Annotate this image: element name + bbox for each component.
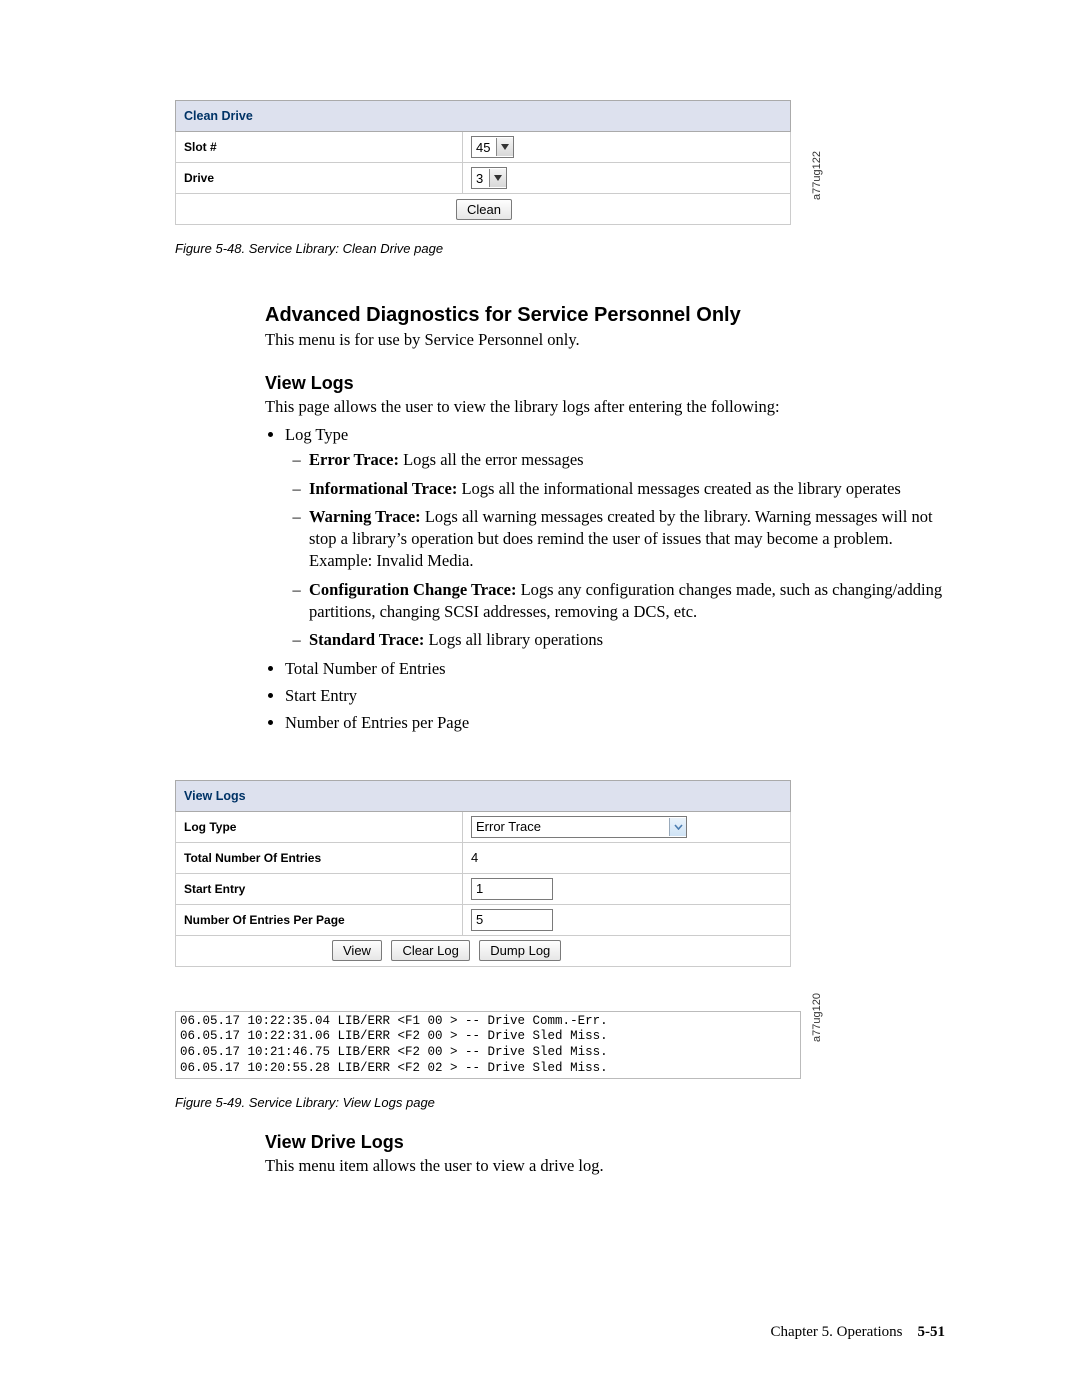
advanced-diagnostics-heading: Advanced Diagnostics for Service Personn… [265,304,945,327]
view-logs-title: View Logs [176,780,791,811]
total-value: 4 [463,842,791,873]
chevron-down-icon[interactable] [489,169,506,187]
view-logs-list: Log Type Error Trace: Logs all the error… [265,423,945,736]
view-logs-body: This page allows the user to view the li… [265,396,945,418]
figure-caption-2: Figure 5-49. Service Library: View Logs … [175,1095,945,1110]
logtype-label: Log Type [176,811,463,842]
logtype-select[interactable]: Error Trace [471,816,687,838]
perpage-label: Number Of Entries Per Page [176,904,463,935]
slot-select[interactable]: 45 [471,136,514,158]
figure-code: a77ug120 [811,993,823,1042]
view-logs-panel: View Logs Log Type Error Trace Total Num… [175,780,791,967]
drive-value: 3 [472,171,489,186]
list-item: Warning Trace: Logs all warning messages… [309,506,945,573]
list-item: Total Number of Entries [285,657,945,682]
log-line: 06.05.17 10:20:55.28 LIB/ERR <F2 02 > --… [180,1061,608,1075]
chevron-down-icon[interactable] [496,138,513,156]
slot-value: 45 [472,140,496,155]
list-item: Log Type Error Trace: Logs all the error… [285,423,945,652]
list-item: Standard Trace: Logs all library operati… [309,629,945,651]
list-item: Number of Entries per Page [285,711,945,736]
log-line: 06.05.17 10:22:31.06 LIB/ERR <F2 00 > --… [180,1029,608,1043]
slot-label: Slot # [176,132,463,163]
total-label: Total Number Of Entries [176,842,463,873]
view-logs-heading: View Logs [265,373,945,394]
chevron-down-icon[interactable] [669,818,686,836]
start-label: Start Entry [176,873,463,904]
list-item: Start Entry [285,684,945,709]
log-output: 06.05.17 10:22:35.04 LIB/ERR <F1 00 > --… [175,1011,801,1080]
list-item: Configuration Change Trace: Logs any con… [309,579,945,624]
start-entry-input[interactable]: 1 [471,878,553,900]
entries-per-page-input[interactable]: 5 [471,909,553,931]
li-logtype: Log Type [285,425,348,444]
view-button[interactable]: View [332,940,382,961]
log-line: 06.05.17 10:22:35.04 LIB/ERR <F1 00 > --… [180,1014,608,1028]
page-footer: Chapter 5. Operations 5-51 [770,1324,945,1341]
clean-button[interactable]: Clean [456,199,512,220]
clean-drive-title: Clean Drive [176,101,791,132]
drive-select[interactable]: 3 [471,167,507,189]
figure-caption-1: Figure 5-48. Service Library: Clean Driv… [175,241,945,256]
advanced-diagnostics-body: This menu is for use by Service Personne… [265,329,945,351]
view-drive-logs-heading: View Drive Logs [265,1132,945,1153]
drive-label: Drive [176,163,463,194]
list-item: Error Trace: Logs all the error messages [309,449,945,471]
footer-chapter: Chapter 5. Operations [770,1324,902,1340]
footer-page: 5-51 [918,1324,946,1340]
figure-code: a77ug122 [811,151,823,200]
clean-drive-panel: Clean Drive Slot # 45 Drive 3 [175,100,791,225]
clear-log-button[interactable]: Clear Log [391,940,469,961]
view-drive-logs-body: This menu item allows the user to view a… [265,1155,945,1177]
list-item: Informational Trace: Logs all the inform… [309,478,945,500]
dump-log-button[interactable]: Dump Log [479,940,561,961]
log-line: 06.05.17 10:21:46.75 LIB/ERR <F2 00 > --… [180,1045,608,1059]
logtype-value: Error Trace [472,819,547,834]
